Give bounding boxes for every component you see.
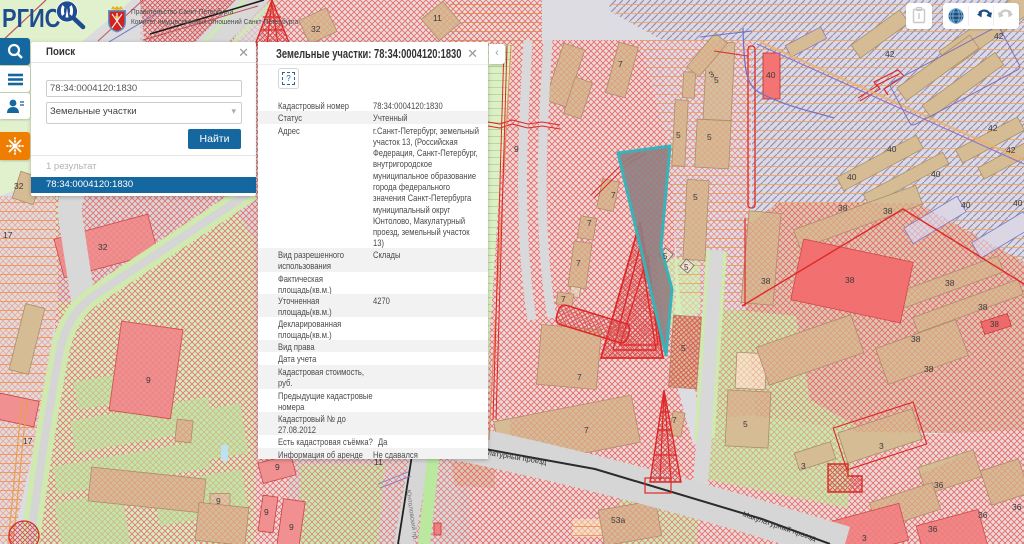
svg-text:3: 3	[879, 441, 884, 451]
svg-text:5: 5	[676, 130, 681, 140]
svg-text:9: 9	[216, 496, 221, 506]
svg-text:38: 38	[978, 302, 988, 312]
svg-text:36: 36	[934, 480, 944, 490]
svg-text:32: 32	[311, 24, 321, 34]
svg-text:7: 7	[672, 415, 677, 425]
svg-text:5: 5	[684, 263, 689, 272]
svg-text:7: 7	[618, 59, 623, 69]
svg-text:5: 5	[681, 343, 686, 353]
svg-text:7: 7	[576, 258, 581, 268]
svg-text:36: 36	[1012, 502, 1022, 512]
svg-text:40: 40	[887, 144, 897, 154]
svg-text:40: 40	[847, 172, 857, 182]
svg-text:42: 42	[994, 31, 1004, 41]
svg-text:38: 38	[883, 206, 893, 216]
svg-text:36: 36	[928, 524, 938, 534]
svg-text:9: 9	[264, 507, 269, 517]
svg-text:36: 36	[978, 510, 988, 520]
svg-text:38: 38	[924, 364, 934, 374]
svg-text:7: 7	[584, 425, 589, 435]
svg-text:38: 38	[838, 203, 848, 213]
svg-text:3: 3	[801, 461, 806, 471]
svg-text:32: 32	[98, 242, 108, 252]
svg-text:32: 32	[14, 181, 24, 191]
svg-text:5: 5	[693, 192, 698, 202]
svg-text:9: 9	[146, 375, 151, 385]
svg-text:5: 5	[663, 252, 668, 261]
svg-text:7: 7	[561, 294, 566, 304]
svg-text:5: 5	[707, 132, 712, 142]
svg-text:42: 42	[1006, 145, 1016, 155]
svg-text:9: 9	[514, 144, 519, 154]
svg-text:40: 40	[961, 200, 971, 210]
svg-text:38: 38	[761, 276, 771, 286]
svg-text:9: 9	[275, 462, 280, 472]
svg-text:7: 7	[577, 372, 582, 382]
svg-text:17: 17	[23, 436, 33, 446]
svg-text:7: 7	[611, 190, 616, 200]
svg-text:53a: 53a	[611, 515, 625, 525]
svg-text:42: 42	[988, 123, 998, 133]
svg-text:3: 3	[862, 533, 867, 543]
svg-text:11: 11	[433, 13, 442, 23]
svg-text:5: 5	[743, 419, 748, 429]
svg-text:38: 38	[945, 278, 955, 288]
svg-text:38: 38	[845, 275, 855, 285]
svg-text:9: 9	[289, 522, 294, 532]
svg-text:38: 38	[911, 334, 921, 344]
svg-text:42: 42	[885, 49, 895, 59]
svg-text:40: 40	[1013, 198, 1023, 208]
svg-text:38: 38	[990, 320, 999, 329]
svg-text:40: 40	[766, 70, 776, 80]
svg-text:7: 7	[587, 218, 592, 228]
svg-text:40: 40	[931, 169, 941, 179]
svg-text:17: 17	[3, 230, 13, 240]
